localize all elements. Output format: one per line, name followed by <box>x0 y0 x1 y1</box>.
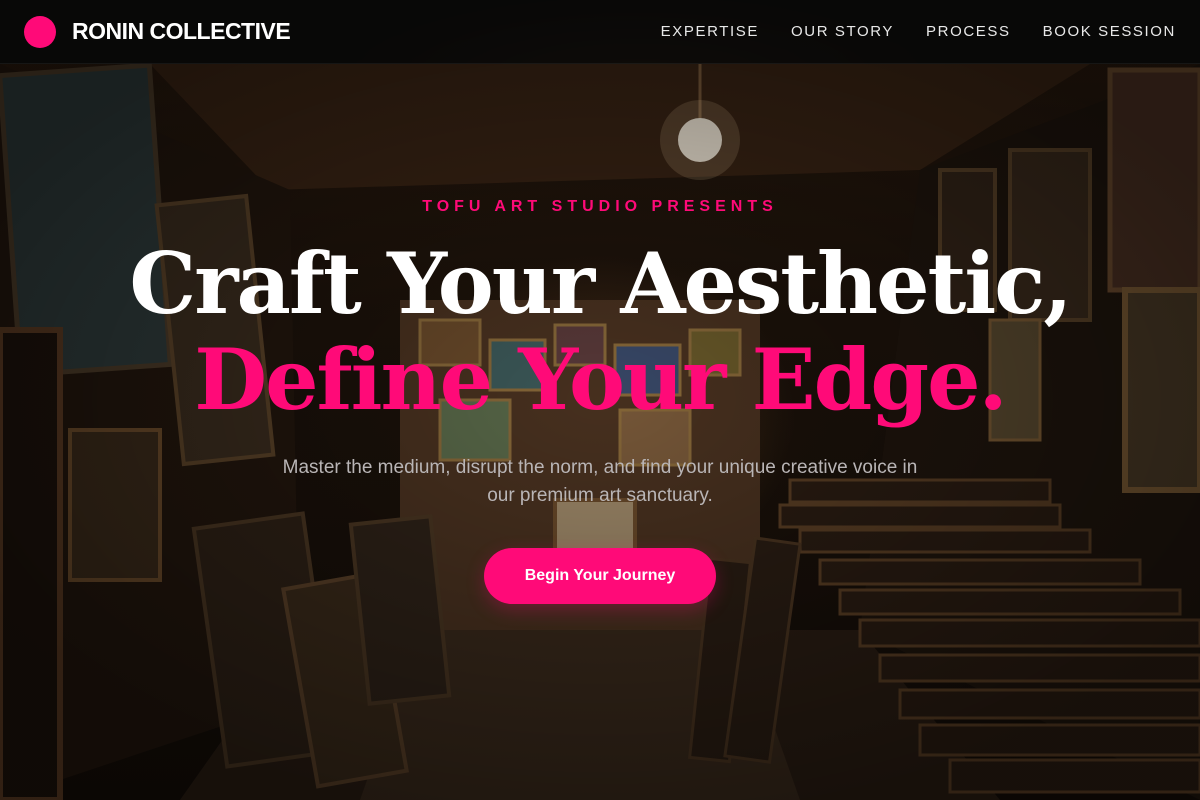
page: RONIN COLLECTIVE EXPERTISE OUR STORY PRO… <box>0 0 1200 800</box>
hero-section: TOFU ART STUDIO PRESENTS Craft Your Aest… <box>0 64 1200 800</box>
brand-name: RONIN COLLECTIVE <box>72 18 291 44</box>
hero-eyebrow: TOFU ART STUDIO PRESENTS <box>422 198 778 215</box>
brand-dot-icon <box>24 15 56 48</box>
top-navigation-bar: RONIN COLLECTIVE EXPERTISE OUR STORY PRO… <box>0 0 1200 64</box>
hero-headline-line2: Define Your Edge. <box>194 330 1008 429</box>
hero-subtext: Master the medium, disrupt the norm, and… <box>282 457 918 506</box>
nav-link-process[interactable]: PROCESS <box>926 23 1011 40</box>
hero-headline-line1: Craft Your Aesthetic, <box>129 234 1072 333</box>
nav-link-book-session[interactable]: BOOK SESSION <box>1043 23 1176 40</box>
nav-link-our-story[interactable]: OUR STORY <box>791 23 894 40</box>
nav-link-expertise[interactable]: EXPERTISE <box>661 23 759 40</box>
nav-links: EXPERTISE OUR STORY PROCESS BOOK SESSION <box>661 23 1176 40</box>
brand-logo[interactable]: RONIN COLLECTIVE <box>24 15 291 48</box>
hero-headline: Craft Your Aesthetic, Define Your Edge. <box>0 236 1200 428</box>
begin-journey-button[interactable]: Begin Your Journey <box>484 548 716 604</box>
